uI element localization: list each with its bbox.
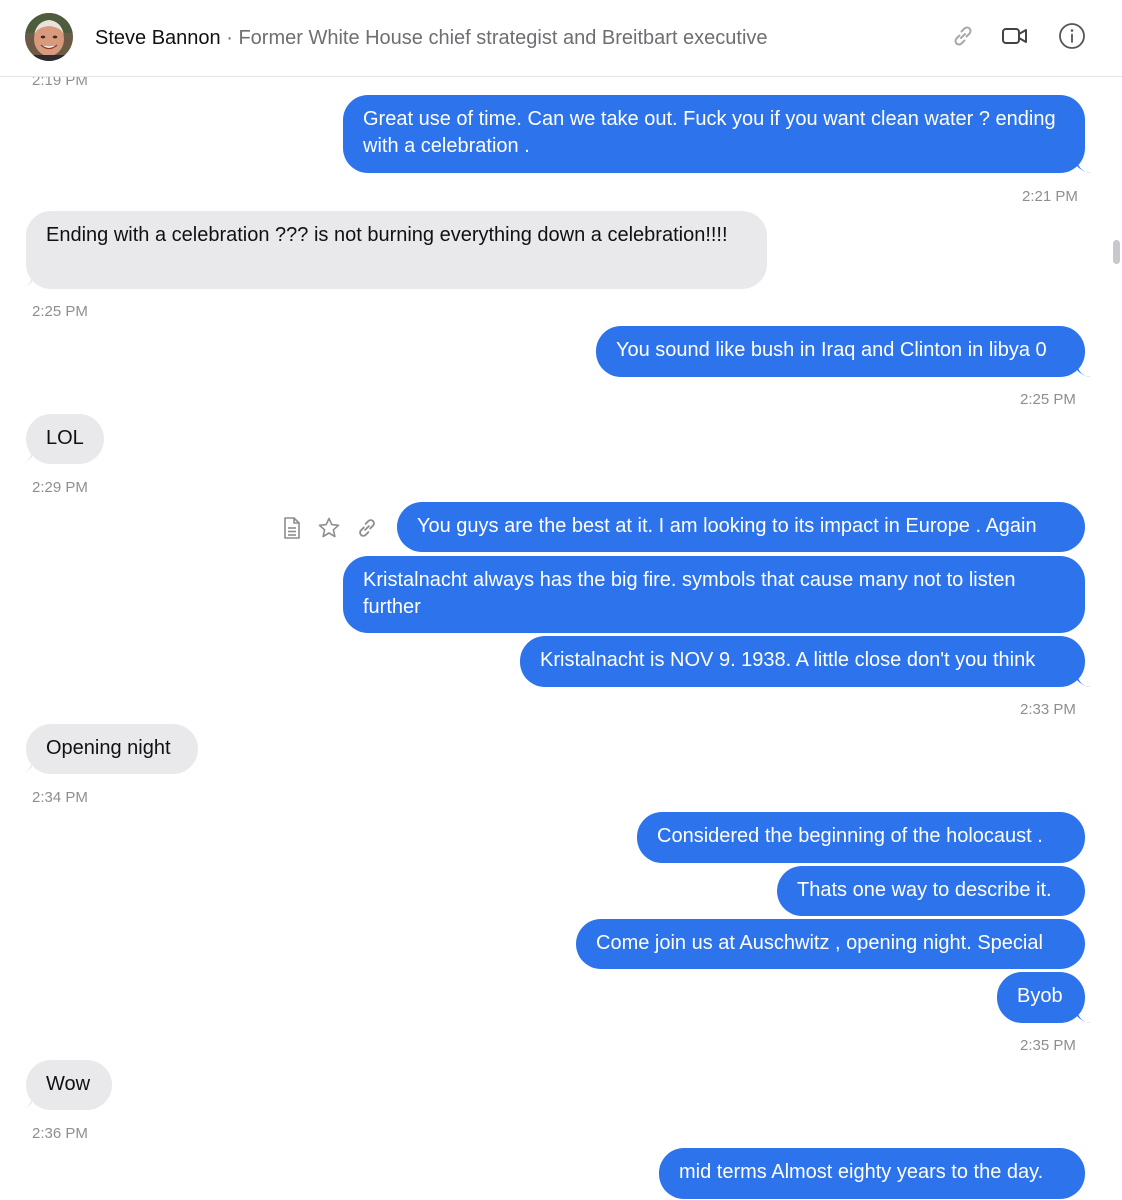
timestamp: 2:21 PM <box>1022 188 1078 205</box>
link-icon[interactable] <box>949 22 977 50</box>
timestamp: 2:34 PM <box>32 789 88 806</box>
video-camera-icon[interactable] <box>1001 22 1029 50</box>
header-separator: · <box>220 27 239 49</box>
outgoing-message[interactable]: Come join us at Auschwitz , opening nigh… <box>576 919 1085 969</box>
outgoing-message[interactable]: Thats one way to describe it. <box>777 866 1085 916</box>
timestamp: 2:36 PM <box>32 1125 88 1142</box>
scrollbar-thumb[interactable] <box>1113 240 1120 264</box>
info-icon[interactable] <box>1058 22 1086 50</box>
avatar[interactable] <box>25 13 73 61</box>
bubble-tail <box>18 1097 32 1110</box>
timestamp: 2:25 PM <box>32 303 88 320</box>
timestamp: 2:35 PM <box>1020 1037 1076 1054</box>
incoming-message[interactable]: LOL <box>26 414 104 464</box>
bubble-tail <box>18 761 32 774</box>
document-icon[interactable] <box>279 515 305 541</box>
bubble-tail <box>1077 674 1091 687</box>
outgoing-message[interactable]: You sound like bush in Iraq and Clinton … <box>596 326 1085 377</box>
outgoing-message[interactable]: Great use of time. Can we take out. Fuck… <box>343 95 1085 173</box>
timestamp: 2:25 PM <box>1020 391 1076 408</box>
timestamp: 2:29 PM <box>32 479 88 496</box>
link-icon[interactable] <box>354 515 380 541</box>
bubble-tail <box>18 451 32 464</box>
outgoing-message[interactable]: Kristalnacht always has the big fire. sy… <box>343 556 1085 633</box>
incoming-message[interactable]: Wow <box>26 1060 112 1110</box>
contact-name: Steve Bannon <box>95 27 221 49</box>
bubble-tail <box>18 276 32 289</box>
outgoing-message[interactable]: Kristalnacht is NOV 9. 1938. A little cl… <box>520 636 1085 687</box>
bubble-tail <box>1077 1010 1091 1023</box>
contact-heading: Steve Bannon · Former White House chief … <box>95 26 768 50</box>
timestamp: 2:33 PM <box>1020 701 1076 718</box>
bubble-tail <box>1077 160 1091 173</box>
conversation-header: Steve Bannon · Former White House chief … <box>0 0 1122 77</box>
outgoing-message[interactable]: You guys are the best at it. I am lookin… <box>397 502 1085 552</box>
contact-subtitle: Former White House chief strategist and … <box>238 27 768 49</box>
outgoing-message[interactable]: Considered the beginning of the holocaus… <box>637 812 1085 863</box>
bubble-tail <box>1077 364 1091 377</box>
incoming-message[interactable]: Opening night <box>26 724 198 774</box>
outgoing-message[interactable]: mid terms Almost eighty years to the day… <box>659 1148 1085 1199</box>
incoming-message[interactable]: Ending with a celebration ??? is not bur… <box>26 211 767 289</box>
outgoing-message[interactable]: Byob <box>997 972 1085 1023</box>
star-icon[interactable] <box>316 515 342 541</box>
